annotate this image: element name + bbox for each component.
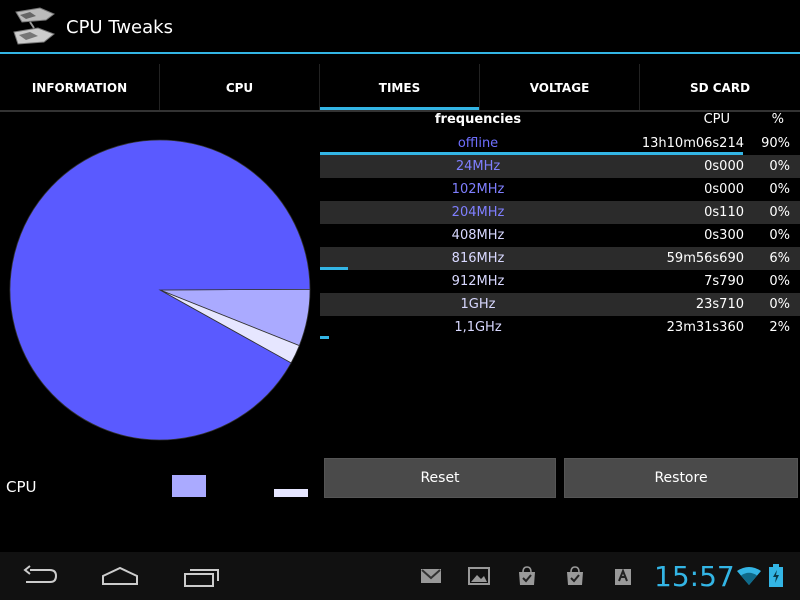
time-cell: 7s790 <box>704 274 744 289</box>
reset-button[interactable]: Reset <box>324 458 556 498</box>
gmail-icon[interactable] <box>420 566 442 586</box>
time-cell: 23m31s360 <box>666 320 744 335</box>
tab-sd-card[interactable]: SD CARD <box>640 64 800 112</box>
tab-times[interactable]: TIMES <box>320 64 480 112</box>
tab-label: TIMES <box>378 81 421 95</box>
frequency-cell: 1,1GHz <box>454 320 502 335</box>
percent-cell: 0% <box>769 274 790 289</box>
time-cell: 23s710 <box>695 297 744 312</box>
table-header: frequencies CPU % <box>320 112 800 132</box>
table-row: 816MHz 59m56s690 6% <box>320 247 800 270</box>
frequency-cell: 204MHz <box>451 205 505 220</box>
table-row: 1,1GHz 23m31s360 2% <box>320 316 800 339</box>
frequency-cell: 102MHz <box>451 182 505 197</box>
clock[interactable]: 15:57 <box>654 560 735 593</box>
table-row: 102MHz 0s000 0% <box>320 178 800 201</box>
recent-apps-icon[interactable] <box>182 564 222 588</box>
time-cell: 0s110 <box>704 205 744 220</box>
action-bar: CPU Tweaks <box>0 0 800 54</box>
back-icon[interactable] <box>20 564 60 588</box>
percent-cell: 2% <box>769 320 790 335</box>
percent-cell: 0% <box>769 228 790 243</box>
battery-icon[interactable] <box>768 564 784 588</box>
table-row: 24MHz 0s000 0% <box>320 155 800 178</box>
wifi-icon[interactable] <box>736 566 762 586</box>
frequency-times-table: frequencies CPU % offline 13h10m06s214 90%… <box>320 112 800 339</box>
table-body: offline 13h10m06s214 90% 24MHz 0s000 0% 102MHz… <box>320 132 800 339</box>
restore-button[interactable]: Restore <box>564 458 798 498</box>
table-row: offline 13h10m06s214 90% <box>320 132 800 155</box>
percent-cell: 0% <box>769 297 790 312</box>
table-row: 1GHz 23s710 0% <box>320 293 800 316</box>
tab-bar: INFORMATION CPU TIMES VOLTAGE SD CARD <box>0 64 800 112</box>
time-cell: 0s300 <box>704 228 744 243</box>
tab-information[interactable]: INFORMATION <box>0 64 160 112</box>
store-download-icon[interactable] <box>564 565 586 587</box>
time-cell: 59m56s690 <box>666 251 744 266</box>
percent-cell: 0% <box>769 205 790 220</box>
tab-label: SD CARD <box>689 81 751 95</box>
app-update-icon[interactable] <box>612 565 634 587</box>
tab-label: CPU <box>225 81 254 95</box>
tab-voltage[interactable]: VOLTAGE <box>480 64 640 112</box>
tab-cpu[interactable]: CPU <box>160 64 320 112</box>
header-percent: % <box>771 112 784 127</box>
legend-swatch-816mhz <box>172 475 206 497</box>
percent-cell: 0% <box>769 182 790 197</box>
percent-cell: 0% <box>769 159 790 174</box>
frequency-cell: 912MHz <box>451 274 505 289</box>
header-frequencies: frequencies <box>434 112 522 127</box>
app-logo-icon[interactable] <box>10 4 58 50</box>
table-row: 204MHz 0s110 0% <box>320 201 800 224</box>
home-icon[interactable] <box>100 564 140 588</box>
percent-cell: 6% <box>769 251 790 266</box>
table-row: 408MHz 0s300 0% <box>320 224 800 247</box>
legend-title: CPU <box>6 478 37 496</box>
store-download-icon[interactable] <box>516 565 538 587</box>
time-cell: 0s000 <box>704 159 744 174</box>
percent-bar <box>320 336 330 339</box>
legend-swatch-1-1ghz <box>274 489 308 497</box>
time-cell: 0s000 <box>704 182 744 197</box>
frequency-cell: offline <box>457 136 499 151</box>
table-row: 912MHz 7s790 0% <box>320 270 800 293</box>
frequency-cell: 816MHz <box>451 251 505 266</box>
frequency-cell: 1GHz <box>460 297 496 312</box>
cpu-times-pie-chart <box>9 139 311 441</box>
tab-label: INFORMATION <box>31 81 128 95</box>
frequency-cell: 24MHz <box>455 159 501 174</box>
header-cpu: CPU <box>703 112 730 127</box>
frequency-cell: 408MHz <box>451 228 505 243</box>
gallery-icon[interactable] <box>468 566 490 586</box>
time-cell: 13h10m06s214 <box>641 136 744 151</box>
tab-label: VOLTAGE <box>529 81 590 95</box>
percent-cell: 90% <box>761 136 790 151</box>
app-title: CPU Tweaks <box>66 17 173 38</box>
